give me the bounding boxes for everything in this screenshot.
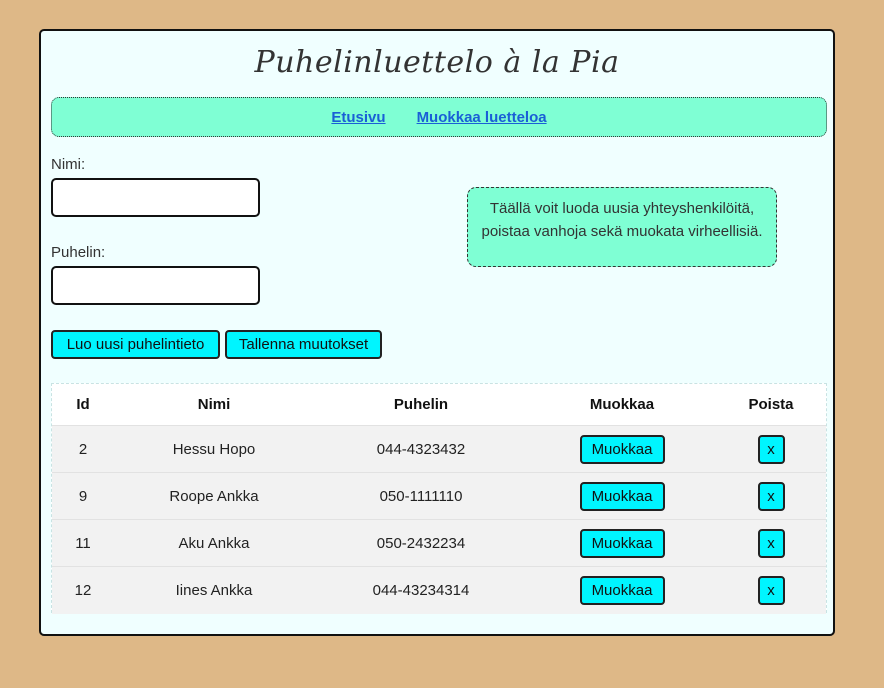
- edit-button[interactable]: Muokkaa: [579, 529, 665, 558]
- cell-puhelin: 044-4323432: [376, 441, 466, 458]
- name-input[interactable]: [51, 178, 260, 217]
- header-id: Id: [76, 396, 90, 413]
- cell-id: 2: [78, 441, 88, 458]
- header-muokkaa: Muokkaa: [589, 396, 655, 413]
- cell-puhelin: 050-2432234: [376, 535, 466, 552]
- phone-input[interactable]: [51, 266, 260, 305]
- table-row: 9 Roope Ankka 050-1111110 Muokkaa x: [52, 472, 826, 520]
- cell-puhelin: 050-1111110: [379, 488, 463, 505]
- cell-muokkaa: Muokkaa: [528, 473, 716, 520]
- cell-muokkaa: Muokkaa: [528, 426, 716, 473]
- save-changes-button[interactable]: Tallenna muutokset: [225, 330, 382, 359]
- cell-poista: x: [716, 473, 826, 520]
- cell-nimi: Roope Ankka: [169, 488, 259, 505]
- info-box: Täällä voit luoda uusia yhteyshenkilöitä…: [467, 187, 777, 267]
- edit-button[interactable]: Muokkaa: [579, 435, 665, 464]
- header-nimi: Nimi: [197, 396, 231, 413]
- name-label: Nimi:: [51, 156, 86, 173]
- cell-nimi: Iines Ankka: [175, 582, 253, 599]
- cell-muokkaa: Muokkaa: [528, 520, 716, 567]
- info-text-line-2: poistaa vanhoja sekä muokata virheellisi…: [481, 223, 763, 240]
- edit-button[interactable]: Muokkaa: [579, 576, 665, 605]
- create-entry-button[interactable]: Luo uusi puhelintieto: [51, 330, 220, 359]
- cell-muokkaa: Muokkaa: [528, 567, 716, 614]
- main-card: Puhelinluettelo à la Pia Etusivu Muokkaa…: [39, 29, 835, 636]
- table-row: 12 Iines Ankka 044-43234314 Muokkaa x: [52, 566, 826, 614]
- nav-bar: Etusivu Muokkaa luetteloa: [51, 97, 827, 137]
- delete-button[interactable]: x: [757, 576, 785, 605]
- delete-button[interactable]: x: [757, 482, 785, 511]
- table-header-row: Id Nimi Puhelin Muokkaa Poista: [52, 384, 826, 425]
- cell-poista: x: [716, 567, 826, 614]
- cell-poista: x: [716, 520, 826, 567]
- edit-button[interactable]: Muokkaa: [579, 482, 665, 511]
- cell-nimi: Aku Ankka: [178, 535, 250, 552]
- cell-nimi: Hessu Hopo: [172, 441, 256, 458]
- page-title: Puhelinluettelo à la Pia: [254, 45, 620, 80]
- delete-button[interactable]: x: [757, 435, 785, 464]
- header-poista: Poista: [748, 396, 794, 413]
- delete-button[interactable]: x: [757, 529, 785, 558]
- table-row: 2 Hessu Hopo 044-4323432 Muokkaa x: [52, 425, 826, 473]
- cell-id: 12: [74, 582, 92, 599]
- contacts-table: Id Nimi Puhelin Muokkaa Poista 2 Hessu H…: [51, 383, 827, 614]
- info-text-line-1: Täällä voit luoda uusia yhteyshenkilöitä…: [489, 200, 755, 217]
- table-row: 11 Aku Ankka 050-2432234 Muokkaa x: [52, 519, 826, 567]
- phone-label: Puhelin:: [51, 244, 106, 261]
- nav-link-etusivu[interactable]: Etusivu: [331, 109, 385, 126]
- nav-link-muokkaa-luetteloa[interactable]: Muokkaa luetteloa: [417, 109, 547, 126]
- cell-puhelin: 044-43234314: [372, 582, 470, 599]
- header-puhelin: Puhelin: [393, 396, 449, 413]
- cell-id: 11: [75, 535, 91, 552]
- cell-poista: x: [716, 426, 826, 473]
- cell-id: 9: [78, 488, 88, 505]
